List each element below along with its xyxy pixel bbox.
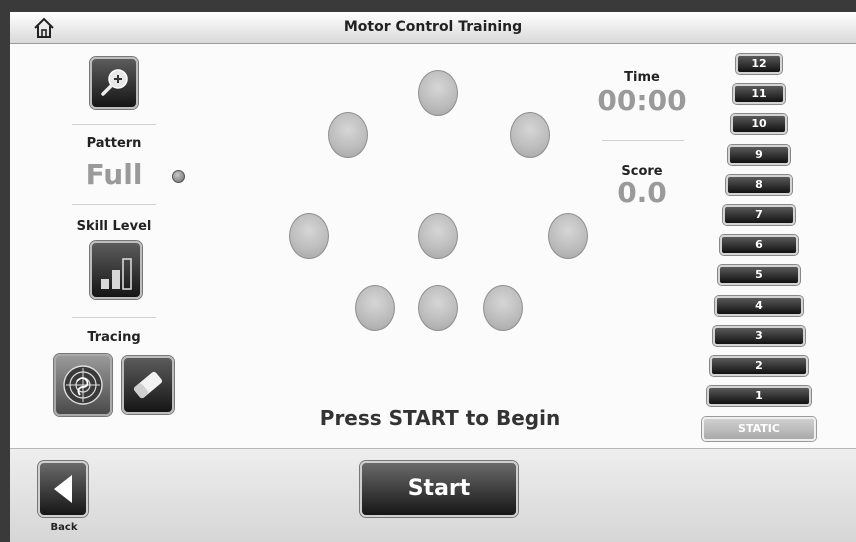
level-button-6[interactable]: 6 xyxy=(720,235,798,256)
divider xyxy=(602,140,684,141)
tracing-label: Tracing xyxy=(87,330,141,345)
time-label: Time xyxy=(624,70,660,85)
skill-level-button[interactable] xyxy=(90,241,142,299)
zoom-in-icon xyxy=(101,69,128,96)
level-button-12[interactable]: 12 xyxy=(736,54,782,74)
triangle-left-icon xyxy=(54,475,72,503)
start-button[interactable]: Start xyxy=(360,461,518,517)
signal-bars-icon xyxy=(101,258,132,290)
pattern-indicator-led xyxy=(172,170,185,183)
divider xyxy=(72,124,156,125)
start-prompt: Press START to Begin xyxy=(319,406,561,430)
level-button-static[interactable]: STATIC xyxy=(702,417,816,441)
level-button-10[interactable]: 10 xyxy=(730,114,788,135)
target-icon xyxy=(63,365,103,405)
pattern-value: Full xyxy=(85,158,143,191)
level-button-11[interactable]: 11 xyxy=(733,84,785,105)
window-title: Motor Control Training xyxy=(343,19,523,35)
target-circle-center xyxy=(418,213,458,259)
eraser-icon xyxy=(134,371,162,399)
time-value: 00:00 xyxy=(597,84,687,117)
target-circle-upper-left xyxy=(328,112,368,158)
level-button-1[interactable]: 1 xyxy=(707,386,811,407)
target-circle-top xyxy=(418,70,458,116)
divider xyxy=(72,204,156,205)
pattern-label: Pattern xyxy=(86,136,142,151)
score-value: 0.0 xyxy=(617,176,667,209)
training-area: Pattern Full Skill Level Tracing Press S… xyxy=(10,44,856,448)
tracing-button[interactable] xyxy=(54,354,112,416)
level-button-2[interactable]: 2 xyxy=(710,356,808,376)
title-bar: Motor Control Training xyxy=(10,12,856,44)
level-button-9[interactable]: 9 xyxy=(728,144,790,165)
target-circle-bottom-center xyxy=(418,285,458,331)
level-button-8[interactable]: 8 xyxy=(725,174,793,195)
target-circle-upper-right xyxy=(510,112,550,158)
back-button[interactable] xyxy=(38,461,88,517)
level-button-3[interactable]: 3 xyxy=(712,325,806,346)
level-button-7[interactable]: 7 xyxy=(723,205,795,225)
level-button-4[interactable]: 4 xyxy=(715,295,803,316)
zoom-button[interactable] xyxy=(90,57,138,109)
eraser-button[interactable] xyxy=(122,356,174,414)
skill-level-label: Skill Level xyxy=(76,219,152,234)
target-circle-bottom-right xyxy=(483,285,523,331)
back-label: Back xyxy=(50,522,78,533)
level-button-5[interactable]: 5 xyxy=(717,265,801,286)
divider xyxy=(72,317,156,318)
target-circle-left xyxy=(289,213,329,259)
target-circle-right xyxy=(548,213,588,259)
footer-bar: Back Start xyxy=(10,448,856,542)
target-circle-bottom-left xyxy=(355,285,395,331)
